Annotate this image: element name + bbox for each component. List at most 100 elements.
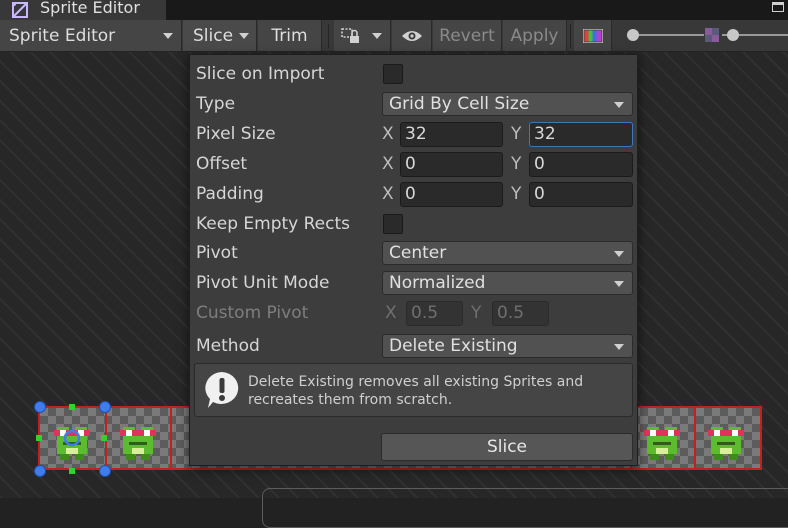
padding-label: Padding (196, 184, 264, 204)
padding-x-label: X (382, 184, 394, 204)
bottom-panel-edge (262, 488, 788, 528)
keep-empty-rects-checkbox[interactable] (383, 214, 403, 234)
mode-dropdown[interactable]: Sprite Editor (0, 20, 182, 51)
pivot-unit-mode-dropdown[interactable]: Normalized (382, 271, 633, 295)
padding-y-input[interactable]: 0 (529, 182, 633, 207)
window-menu-icon[interactable] (772, 2, 784, 12)
method-row: Method Delete Existing (190, 332, 637, 360)
slice-on-import-label: Slice on Import (196, 64, 325, 84)
custom-pivot-y-label: Y (471, 303, 482, 323)
apply-button[interactable]: Apply (503, 20, 567, 51)
offset-x-label: X (382, 154, 394, 174)
slice-on-import-checkbox[interactable] (383, 64, 403, 84)
mipmap-icon (705, 28, 719, 42)
pixel-size-y-input[interactable]: 32 (529, 122, 633, 147)
window-tab[interactable]: Sprite Editor (0, 0, 166, 20)
slice-menu-label: Slice (193, 25, 234, 46)
offset-row: Offset X 0 Y 0 (190, 150, 637, 178)
selection-handle[interactable] (99, 465, 111, 477)
pivot-label: Pivot (196, 243, 238, 263)
trim-button[interactable]: Trim (258, 20, 322, 51)
pixel-size-y-label: Y (511, 124, 522, 144)
offset-label: Offset (196, 154, 248, 174)
selection-handle[interactable] (99, 401, 111, 413)
edge-handle[interactable] (101, 435, 107, 441)
selection-handle[interactable] (34, 465, 46, 477)
pivot-unit-mode-value: Normalized (389, 273, 486, 293)
edge-handle[interactable] (69, 404, 75, 410)
padding-y-label: Y (511, 184, 522, 204)
method-dropdown[interactable]: Delete Existing (382, 334, 633, 358)
revert-button[interactable]: Revert (433, 20, 502, 51)
sprite-editor-tool-dropdown[interactable] (334, 20, 391, 51)
frog-sprite[interactable] (638, 418, 686, 466)
type-value: Grid By Cell Size (389, 94, 530, 114)
toolbar-separator (328, 24, 329, 48)
trim-label: Trim (271, 25, 308, 46)
title-bar: Sprite Editor (0, 0, 788, 20)
slice-menu-button[interactable]: Slice (183, 20, 257, 51)
sprite-editor-icon (12, 2, 28, 18)
chevron-down-icon (614, 281, 624, 287)
preview-toggle-button[interactable] (392, 20, 432, 51)
method-help-box: Delete Existing removes all existing Spr… (194, 363, 633, 417)
alpha-slider-handle[interactable] (627, 29, 639, 41)
info-bubble-icon (205, 372, 239, 408)
color-channel-button[interactable] (574, 20, 612, 51)
type-row: Type Grid By Cell Size (190, 90, 637, 118)
rgb-channels-icon (582, 28, 603, 43)
slice-line (170, 406, 172, 470)
chevron-down-icon (163, 33, 173, 39)
pixel-size-x-input[interactable]: 32 (400, 122, 503, 147)
custom-pivot-x-label: X (385, 303, 397, 323)
mip-slider-handle[interactable] (727, 29, 739, 41)
frog-sprite[interactable] (114, 418, 162, 466)
toolbar-separator (570, 24, 571, 48)
chevron-down-icon (614, 251, 624, 257)
mode-dropdown-label: Sprite Editor (9, 25, 116, 46)
pivot-row: Pivot Center (190, 239, 637, 267)
pixel-size-row: Pixel Size X 32 Y 32 (190, 120, 637, 148)
pivot-value: Center (389, 243, 447, 263)
pivot-handle-icon[interactable] (62, 428, 82, 448)
edge-handle[interactable] (69, 468, 75, 474)
chevron-down-icon (614, 102, 624, 108)
frog-sprite[interactable] (702, 418, 750, 466)
pixel-size-label: Pixel Size (196, 124, 276, 144)
custom-pivot-y-input: 0.5 (492, 301, 549, 326)
offset-y-label: Y (511, 154, 522, 174)
keep-empty-rects-label: Keep Empty Rects (196, 214, 351, 234)
revert-label: Revert (439, 25, 495, 46)
alpha-slider-track[interactable] (632, 34, 704, 36)
pivot-unit-mode-label: Pivot Unit Mode (196, 273, 330, 293)
window-title: Sprite Editor (40, 0, 140, 17)
type-label: Type (196, 94, 236, 114)
custom-pivot-label: Custom Pivot (196, 303, 309, 323)
type-dropdown[interactable]: Grid By Cell Size (382, 92, 633, 116)
apply-label: Apply (510, 25, 559, 46)
custom-pivot-row: Custom Pivot X 0.5 Y 0.5 (190, 299, 637, 327)
toolbar: Sprite Editor Slice Trim Revert Apply (0, 20, 788, 52)
polygon-lock-icon (341, 27, 359, 43)
selection-handle[interactable] (34, 401, 46, 413)
offset-y-input[interactable]: 0 (529, 152, 633, 177)
slice-button[interactable]: Slice (381, 433, 633, 461)
chevron-down-icon (372, 32, 382, 39)
keep-empty-rects-row: Keep Empty Rects (190, 210, 637, 238)
edge-handle[interactable] (36, 435, 42, 441)
custom-pivot-x-input: 0.5 (406, 301, 463, 326)
slice-panel: Slice on Import Type Grid By Cell Size P… (189, 54, 638, 466)
pivot-dropdown[interactable]: Center (382, 241, 633, 265)
pixel-size-x-label: X (382, 124, 394, 144)
slice-on-import-row: Slice on Import (190, 60, 637, 88)
method-value: Delete Existing (389, 336, 518, 356)
chevron-down-icon (239, 32, 250, 39)
pivot-unit-mode-row: Pivot Unit Mode Normalized (190, 269, 637, 297)
method-label: Method (196, 336, 260, 356)
padding-row: Padding X 0 Y 0 (190, 180, 637, 208)
padding-x-input[interactable]: 0 (400, 182, 503, 207)
slice-line (694, 406, 696, 470)
offset-x-input[interactable]: 0 (400, 152, 503, 177)
method-help-text: Delete Existing removes all existing Spr… (248, 374, 584, 408)
eye-icon (401, 30, 422, 41)
